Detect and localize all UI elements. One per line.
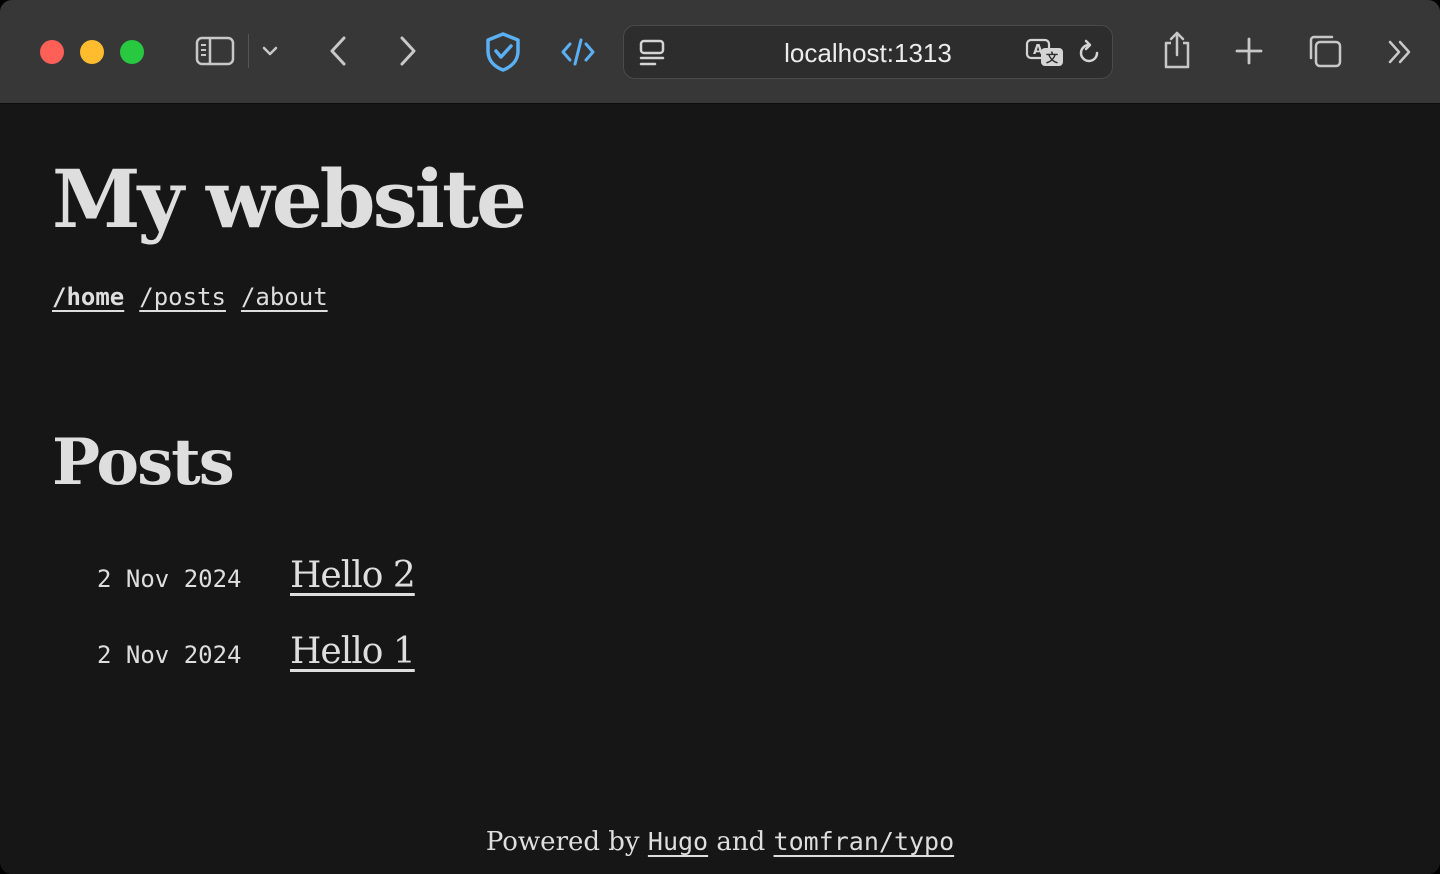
reload-icon[interactable]	[1074, 38, 1104, 68]
minimize-window-button[interactable]	[80, 40, 104, 64]
double-chevron-right-icon[interactable]	[1384, 38, 1416, 66]
post-link[interactable]: Hello 2	[290, 555, 416, 596]
chevron-down-icon[interactable]	[259, 40, 281, 62]
footer-prefix: Powered by	[485, 827, 640, 857]
sidebar-icon[interactable]	[194, 34, 236, 68]
zoom-window-button[interactable]	[120, 40, 144, 64]
address-bar[interactable]: localhost:1313 A 文	[623, 25, 1113, 79]
plus-icon[interactable]	[1233, 35, 1265, 67]
toolbar-divider	[248, 34, 249, 68]
browser-window: localhost:1313 A 文 My website /home /pos…	[0, 0, 1440, 874]
close-window-button[interactable]	[40, 40, 64, 64]
list-item: 2 Nov 2024 Hello 2	[97, 555, 416, 631]
translate-icon[interactable]: A 文	[1024, 37, 1066, 69]
site-footer: Powered by Hugo and tomfran/typo	[0, 827, 1440, 857]
site-title: My website	[52, 152, 527, 246]
page-content: My website /home/posts/about Posts 2 Nov…	[0, 105, 1440, 874]
nav-link-home[interactable]: /home	[52, 283, 124, 311]
post-date: 2 Nov 2024	[97, 565, 242, 593]
page-menu-icon[interactable]	[637, 38, 667, 68]
chevron-left-icon[interactable]	[322, 32, 354, 70]
post-date: 2 Nov 2024	[97, 641, 242, 669]
post-link[interactable]: Hello 1	[290, 631, 416, 672]
site-nav: /home/posts/about	[52, 279, 343, 315]
browser-toolbar: localhost:1313 A 文	[0, 0, 1440, 104]
footer-link-theme[interactable]: tomfran/typo	[774, 827, 955, 856]
list-item: 2 Nov 2024 Hello 1	[97, 631, 416, 707]
footer-middle: and	[716, 827, 766, 857]
post-list: 2 Nov 2024 Hello 2 2 Nov 2024 Hello 1	[97, 555, 416, 707]
nav-link-posts[interactable]: /posts	[139, 283, 226, 311]
code-icon[interactable]	[558, 34, 598, 70]
svg-text:文: 文	[1046, 50, 1059, 65]
page-heading: Posts	[52, 425, 235, 500]
tabs-icon[interactable]	[1306, 32, 1344, 70]
chevron-right-icon[interactable]	[392, 32, 424, 70]
share-icon[interactable]	[1159, 28, 1195, 72]
nav-link-about[interactable]: /about	[241, 283, 328, 311]
footer-link-hugo[interactable]: Hugo	[648, 827, 708, 856]
shield-check-icon[interactable]	[482, 30, 524, 74]
